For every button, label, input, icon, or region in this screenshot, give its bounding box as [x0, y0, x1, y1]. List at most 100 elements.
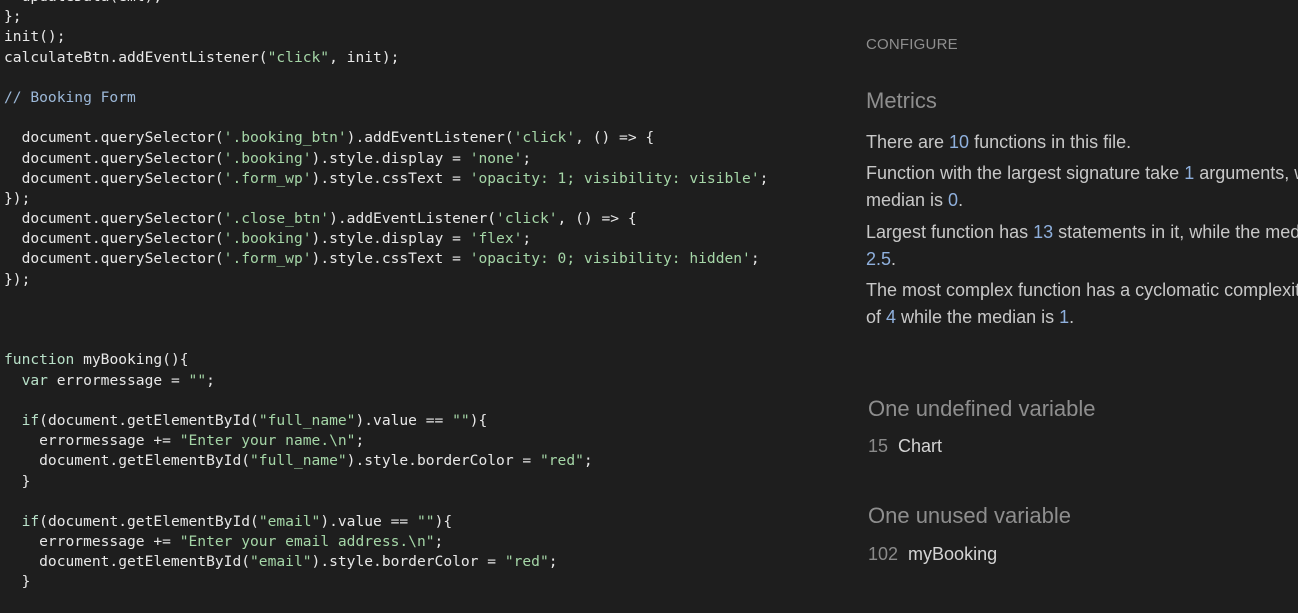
code-token: document.querySelector(: [4, 230, 224, 248]
code-token: ).style.display =: [311, 230, 470, 248]
code-token: "full_name": [258, 411, 356, 429]
code-token: '.form_wp': [223, 250, 312, 268]
code-line: document.getElementById("full_name").sty…: [4, 451, 768, 471]
code-token: 'click': [496, 210, 558, 228]
signature-text-line2: median is 0.: [866, 187, 963, 214]
code-line: document.querySelector('.form_wp').style…: [4, 169, 769, 189]
code-token: document.getElementById(: [4, 553, 251, 571]
code-line: // Booking Form: [4, 88, 768, 108]
code-token: ;: [434, 533, 444, 551]
code-token: '.form_wp': [223, 169, 312, 187]
code-token: "Enter your email address.\n": [179, 533, 435, 551]
code-token: '.booking': [223, 149, 312, 167]
code-token: ;: [522, 149, 532, 167]
code-token: updateData(eml);: [4, 0, 163, 5]
code-token: "red": [539, 452, 584, 470]
code-token: var: [21, 371, 48, 389]
code-token: if: [21, 411, 40, 429]
code-token: "Enter your name.\n": [179, 432, 356, 450]
unused-variable-name: myBooking: [908, 544, 998, 564]
code-line: document.querySelector('.booking_btn').a…: [4, 128, 768, 148]
code-token: ;: [750, 250, 760, 268]
code-token: "click": [267, 48, 330, 66]
unused-variable-row[interactable]: 102 myBooking: [868, 544, 997, 565]
code-line: });: [4, 189, 768, 209]
code-token: ;: [548, 553, 558, 571]
code-lines: updateData(eml);}; init(); calculateBtn.ad…: [4, 0, 768, 593]
code-token: , init);: [329, 48, 400, 66]
code-token: document.getElementById(: [4, 452, 251, 470]
metrics-heading: Metrics: [866, 88, 937, 113]
statements-line2-post: .: [891, 249, 897, 269]
code-token: , () => {: [557, 210, 637, 228]
code-line: errormessage += "Enter your name.\n";: [4, 431, 768, 451]
complexity-max-value: 4: [886, 307, 897, 327]
code-token: 'click': [513, 129, 576, 147]
code-token: "red": [504, 553, 549, 571]
code-token: document.querySelector(: [4, 210, 224, 228]
code-line: }: [4, 472, 768, 492]
code-token: 'none': [469, 149, 523, 167]
statements-max-value: 13: [1033, 222, 1054, 242]
code-token: ).value ==: [320, 512, 417, 530]
code-line: document.querySelector('.close_btn').add…: [4, 209, 768, 229]
code-token: "email": [258, 512, 321, 530]
code-token: "": [416, 512, 435, 530]
code-token: ).style.cssText =: [311, 250, 470, 268]
complexity-line2-pre: of: [866, 307, 887, 327]
code-token: document.querySelector(: [4, 149, 224, 167]
jshint-screen: updateData(eml);}; init(); calculateBtn.ad…: [0, 0, 1298, 613]
code-token: }: [4, 573, 31, 591]
functions-count-text: There are 10 functions in this file.: [866, 129, 1131, 156]
code-line: document.getElementById("email").style.b…: [4, 552, 768, 572]
code-line: document.querySelector('.form_wp').style…: [4, 249, 768, 269]
complexity-line2-post: .: [1069, 307, 1075, 327]
code-token: ;: [583, 452, 593, 470]
signature-median-value: 0: [948, 190, 959, 210]
code-token: errormessage +=: [4, 533, 180, 551]
unused-variable-line-number: 102: [868, 544, 899, 564]
signature-max-value: 1: [1184, 163, 1195, 183]
functions-count-post: functions in this file.: [969, 132, 1132, 152]
complexity-median-value: 1: [1059, 307, 1070, 327]
undefined-variable-name: Chart: [898, 436, 943, 456]
configure-link[interactable]: CONFIGURE: [866, 36, 958, 53]
code-token: ).style.borderColor =: [346, 452, 540, 470]
code-editor[interactable]: updateData(eml);}; init(); calculateBtn.ad…: [0, 0, 850, 613]
code-token: document.querySelector(: [4, 169, 224, 187]
code-token: };: [4, 8, 22, 26]
code-token: init();: [4, 28, 66, 46]
code-line: errormessage += "Enter your email addres…: [4, 532, 768, 552]
functions-count-pre: There are: [866, 132, 950, 152]
code-line: if(document.getElementById("email").valu…: [4, 512, 768, 532]
code-token: // Booking Form: [4, 88, 136, 106]
undefined-variable-row[interactable]: 15 Chart: [868, 436, 942, 457]
report-panel: CONFIGURE Metrics There are 10 functions…: [850, 0, 1298, 613]
code-token: ).style.borderColor =: [311, 553, 505, 571]
signature-line1-post: arguments, while the: [1199, 163, 1298, 183]
code-token: errormessage =: [47, 371, 189, 389]
statements-text-line2: 2.5.: [866, 246, 896, 273]
code-token: document.querySelector(: [4, 129, 224, 147]
code-token: if: [21, 512, 40, 530]
code-token: 'flex': [469, 230, 523, 248]
code-token: errormessage +=: [4, 432, 180, 450]
unused-variable-heading: One unused variable: [868, 503, 1072, 528]
code-line: document.querySelector('.booking').style…: [4, 229, 768, 249]
code-token: ).style.display =: [311, 149, 470, 167]
code-token: ;: [206, 371, 215, 389]
code-token: (document.getElementById(: [39, 512, 259, 530]
statements-line1-post: statements in it, while the median is: [1058, 222, 1298, 242]
code-line: updateData(eml);: [4, 0, 768, 7]
code-token: calculateBtn.addEventListener(: [4, 48, 268, 66]
signature-line2-pre: median is: [866, 190, 949, 210]
code-token: '.booking': [223, 230, 312, 248]
code-line: document.querySelector('.booking').style…: [4, 149, 768, 169]
